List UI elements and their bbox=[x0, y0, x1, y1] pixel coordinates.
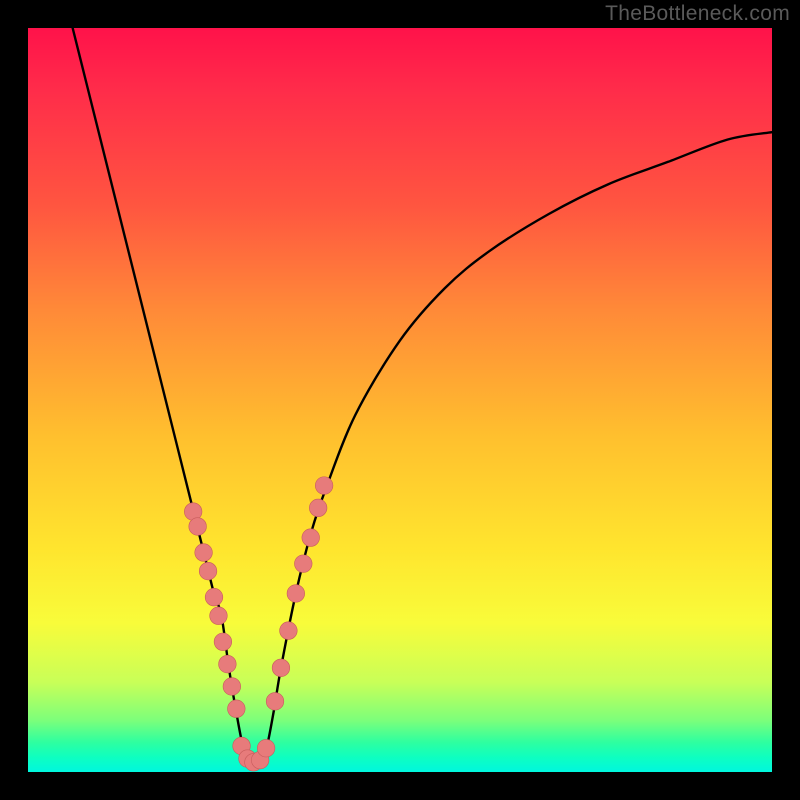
data-markers bbox=[184, 477, 333, 771]
watermark-text: TheBottleneck.com bbox=[605, 2, 790, 26]
data-marker bbox=[302, 529, 320, 547]
plot-area bbox=[28, 28, 772, 772]
data-marker bbox=[219, 655, 237, 673]
data-marker bbox=[315, 477, 333, 495]
data-marker bbox=[195, 544, 213, 562]
data-marker bbox=[223, 678, 241, 696]
data-marker bbox=[199, 562, 217, 580]
chart-svg bbox=[28, 28, 772, 772]
bottleneck-curve bbox=[73, 28, 772, 766]
chart-frame: TheBottleneck.com bbox=[0, 0, 800, 800]
data-marker bbox=[287, 585, 305, 603]
data-marker bbox=[228, 700, 246, 718]
data-marker bbox=[294, 555, 312, 573]
data-marker bbox=[309, 499, 327, 517]
data-marker bbox=[214, 633, 232, 651]
data-marker bbox=[280, 622, 298, 640]
data-marker bbox=[272, 659, 290, 677]
data-marker bbox=[189, 518, 207, 536]
data-marker bbox=[205, 588, 223, 606]
data-marker bbox=[210, 607, 228, 625]
data-marker bbox=[266, 693, 284, 711]
data-marker bbox=[257, 739, 275, 757]
